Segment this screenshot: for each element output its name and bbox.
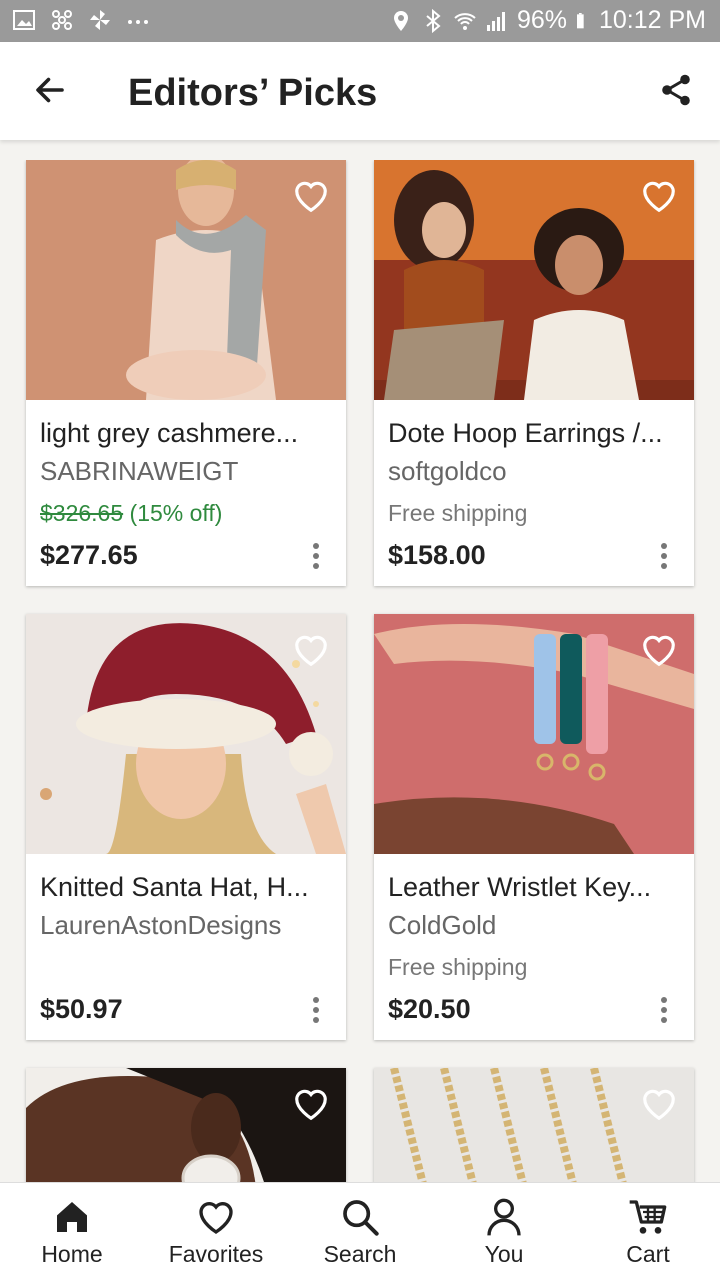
battery-icon — [576, 12, 584, 28]
listing-card[interactable]: Dote Hoop Earrings /... softgoldco Free … — [374, 160, 694, 586]
clock: 10:12 PM — [598, 6, 706, 34]
listing-card[interactable]: Knitted Santa Hat, H... LaurenAstonDesig… — [26, 614, 346, 1040]
bluetooth-icon — [426, 8, 441, 33]
shop-name: ColdGold — [388, 910, 497, 940]
nav-you[interactable]: You — [432, 1183, 576, 1281]
heart-icon[interactable] — [640, 178, 678, 214]
more-vert-icon[interactable] — [660, 996, 668, 1024]
notification-icons — [12, 8, 150, 32]
listing-price: $158.00 — [388, 540, 486, 570]
nav-search[interactable]: Search — [288, 1183, 432, 1281]
nav-label: Home — [41, 1241, 103, 1267]
nav-cart[interactable]: Cart — [576, 1183, 720, 1281]
listing-info: Dote Hoop Earrings /... softgoldco Free … — [374, 400, 694, 586]
listing-image[interactable] — [374, 1068, 694, 1182]
listing-image[interactable] — [374, 160, 694, 400]
listing-card[interactable] — [374, 1068, 694, 1182]
nav-label: You — [484, 1241, 524, 1267]
original-price: $326.65 — [40, 500, 124, 526]
nav-home[interactable]: Home — [0, 1183, 144, 1281]
cart-icon — [629, 1200, 667, 1234]
listing-image[interactable] — [26, 1068, 346, 1182]
listing-grid: light grey cashmere... SABRINAWEIGT $326… — [0, 160, 720, 1182]
shop-name: softgoldco — [388, 456, 507, 486]
signal-icon — [486, 11, 505, 31]
share-icon[interactable] — [658, 72, 694, 108]
battery-percent: 96% — [516, 6, 567, 34]
listing-price: $277.65 — [40, 540, 138, 570]
wifi-icon — [454, 12, 476, 30]
heart-icon[interactable] — [640, 632, 678, 668]
search-icon — [343, 1200, 379, 1236]
more-vert-icon[interactable] — [312, 542, 320, 570]
shipping-label: Free shipping — [388, 500, 528, 526]
listing-info: Knitted Santa Hat, H... LaurenAstonDesig… — [26, 854, 346, 1040]
heart-icon[interactable] — [292, 632, 330, 668]
listing-card[interactable]: light grey cashmere... SABRINAWEIGT $326… — [26, 160, 346, 586]
listing-title[interactable]: Leather Wristlet Key... — [388, 872, 651, 903]
shipping-label: Free shipping — [388, 954, 528, 980]
listing-card[interactable]: Leather Wristlet Key... ColdGold Free sh… — [374, 614, 694, 1040]
arrow-left-icon[interactable] — [32, 72, 68, 108]
listing-image[interactable] — [374, 614, 694, 854]
home-icon — [57, 1202, 87, 1232]
listing-image[interactable] — [26, 160, 346, 400]
pinwheel-icon — [52, 10, 72, 30]
listing-price: $20.50 — [388, 994, 471, 1024]
listing-price: $50.97 — [40, 994, 123, 1024]
image-icon — [13, 10, 35, 30]
shop-name: SABRINAWEIGT — [40, 456, 239, 486]
shop-name: LaurenAstonDesigns — [40, 910, 282, 940]
listing-card[interactable] — [26, 1068, 346, 1182]
listing-info: light grey cashmere... SABRINAWEIGT $326… — [26, 400, 346, 586]
heart-icon[interactable] — [292, 1086, 330, 1122]
fan-icon — [90, 10, 110, 30]
listing-title[interactable]: light grey cashmere... — [40, 418, 298, 449]
nav-favorites[interactable]: Favorites — [144, 1183, 288, 1281]
bottom-nav: Home Favorites Search You Cart — [0, 1182, 720, 1281]
heart-icon — [199, 1202, 233, 1234]
nav-label: Cart — [626, 1241, 670, 1267]
nav-label: Search — [323, 1241, 397, 1267]
status-bar: 96% 10:12 PM — [0, 0, 720, 42]
app-bar: Editors’ Picks — [0, 42, 720, 140]
heart-icon[interactable] — [640, 1086, 678, 1122]
listing-title[interactable]: Dote Hoop Earrings /... — [388, 418, 663, 449]
more-vert-icon[interactable] — [660, 542, 668, 570]
listing-title[interactable]: Knitted Santa Hat, H... — [40, 872, 309, 903]
page-title: Editors’ Picks — [128, 72, 378, 114]
sale-price: $326.65 (15% off) — [40, 500, 222, 527]
system-status: 96% 10:12 PM — [389, 6, 706, 35]
location-icon — [393, 10, 408, 31]
person-icon — [487, 1198, 521, 1236]
more-vert-icon[interactable] — [312, 996, 320, 1024]
heart-icon[interactable] — [292, 178, 330, 214]
listing-image[interactable] — [26, 614, 346, 854]
listing-info: Leather Wristlet Key... ColdGold Free sh… — [374, 854, 694, 1040]
more-dots-icon — [128, 20, 148, 24]
nav-label: Favorites — [168, 1241, 264, 1267]
discount-label: (15% off) — [123, 500, 223, 526]
